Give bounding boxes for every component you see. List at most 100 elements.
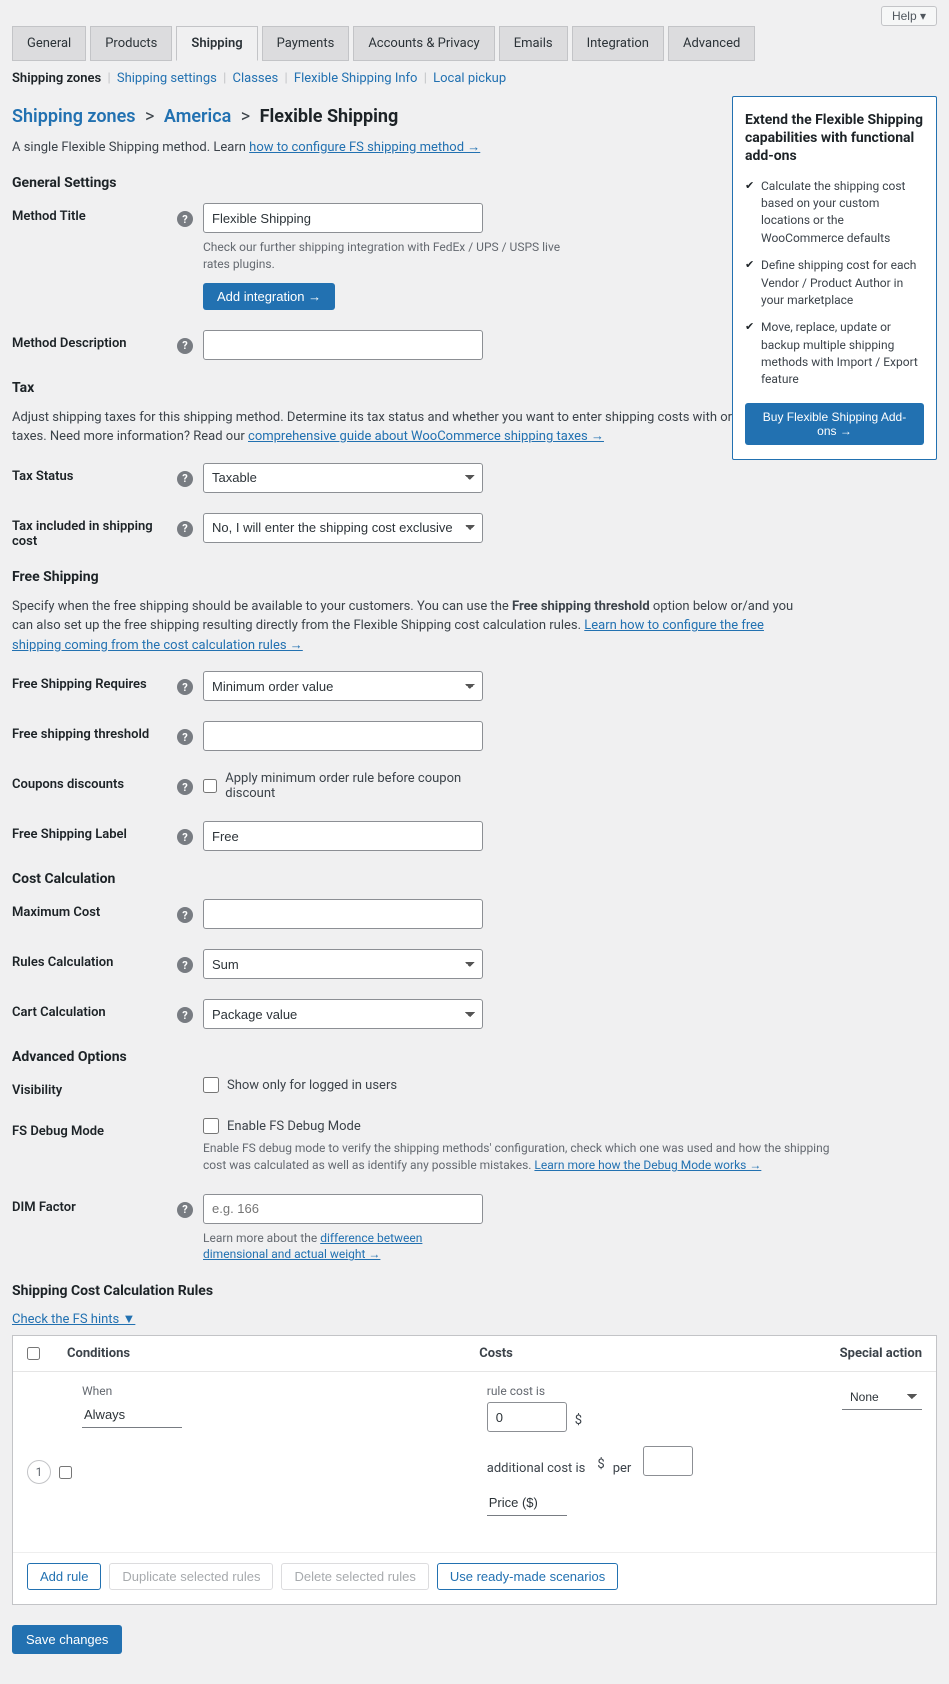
free-threshold-input[interactable] xyxy=(203,721,483,751)
tab-shipping[interactable]: Shipping xyxy=(176,26,257,61)
rule-row: 1 When Always rule cost is $ additional … xyxy=(13,1372,936,1552)
help-icon[interactable]: ? xyxy=(177,521,193,537)
rules-col-special: Special action xyxy=(802,1346,922,1361)
subnav-classes[interactable]: Classes xyxy=(233,71,279,86)
label-dim: DIM Factor xyxy=(12,1194,177,1215)
section-adv: Advanced Options xyxy=(12,1049,937,1065)
help-icon[interactable]: ? xyxy=(177,829,193,845)
coupons-checkbox[interactable] xyxy=(203,778,217,794)
rules-calc-select[interactable]: Sum xyxy=(203,949,483,979)
max-cost-input[interactable] xyxy=(203,899,483,929)
help-icon[interactable]: ? xyxy=(177,471,193,487)
help-icon[interactable]: ? xyxy=(177,1202,193,1218)
rule-checkbox[interactable] xyxy=(59,1466,72,1479)
help-icon[interactable]: ? xyxy=(177,679,193,695)
sidebox-item: Define shipping cost for each Vendor / P… xyxy=(745,257,924,309)
tax-guide-link[interactable]: comprehensive guide about WooCommerce sh… xyxy=(248,429,604,444)
addon-sidebox: Extend the Flexible Shipping capabilitie… xyxy=(732,96,937,460)
free-requires-select[interactable]: Minimum order value xyxy=(203,671,483,701)
special-action-select[interactable]: None xyxy=(842,1384,922,1410)
free-label-input[interactable] xyxy=(203,821,483,851)
dim-hint: Learn more about the difference between … xyxy=(203,1230,483,1264)
addl-cost-label: additional cost is xyxy=(487,1461,586,1476)
sidebox-title: Extend the Flexible Shipping capabilitie… xyxy=(745,111,924,166)
tax-included-select[interactable]: No, I will enter the shipping cost exclu… xyxy=(203,513,483,543)
coupons-chk-label: Apply minimum order rule before coupon d… xyxy=(225,771,483,801)
add-rule-button[interactable]: Add rule xyxy=(27,1563,101,1590)
debug-link[interactable]: Learn more how the Debug Mode works → xyxy=(534,1158,761,1172)
label-free-thresh: Free shipping threshold xyxy=(12,721,177,742)
rules-col-costs: Costs xyxy=(479,1346,802,1361)
cart-calc-select[interactable]: Package value xyxy=(203,999,483,1029)
label-tax-included: Tax included in shipping cost xyxy=(12,513,177,549)
visibility-checkbox[interactable] xyxy=(203,1077,219,1093)
help-icon[interactable]: ? xyxy=(177,779,193,795)
subnav-fsinfo[interactable]: Flexible Shipping Info xyxy=(294,71,418,86)
tab-payments[interactable]: Payments xyxy=(262,26,350,61)
free-para: Specify when the free shipping should be… xyxy=(12,597,812,656)
label-tax-status: Tax Status xyxy=(12,463,177,484)
rules-col-conditions: Conditions xyxy=(67,1346,479,1361)
help-icon[interactable]: ? xyxy=(177,957,193,973)
delete-rules-button[interactable]: Delete selected rules xyxy=(281,1563,428,1590)
subnav-settings[interactable]: Shipping settings xyxy=(117,71,217,86)
shipping-subnav: Shipping zones | Shipping settings | Cla… xyxy=(12,63,937,96)
label-free-req: Free Shipping Requires xyxy=(12,671,177,692)
method-title-hint: Check our further shipping integration w… xyxy=(203,239,583,273)
visibility-chk-label: Show only for logged in users xyxy=(227,1078,397,1093)
subnav-zones[interactable]: Shipping zones xyxy=(12,71,101,86)
section-rules: Shipping Cost Calculation Rules xyxy=(12,1283,937,1299)
buy-addons-button[interactable]: Buy Flexible Shipping Add-ons → xyxy=(745,403,924,445)
rule-cost-label: rule cost is xyxy=(487,1384,802,1398)
crumb-area[interactable]: America xyxy=(164,106,231,127)
rule-number: 1 xyxy=(27,1460,51,1484)
duplicate-rules-button[interactable]: Duplicate selected rules xyxy=(109,1563,273,1590)
help-dropdown[interactable]: Help ▾ xyxy=(881,6,937,26)
debug-chk-label: Enable FS Debug Mode xyxy=(227,1119,361,1134)
section-free: Free Shipping xyxy=(12,569,937,585)
label-free-label: Free Shipping Label xyxy=(12,821,177,842)
label-cart-calc: Cart Calculation xyxy=(12,999,177,1020)
tab-advanced[interactable]: Advanced xyxy=(668,26,755,61)
rules-table: Conditions Costs Special action 1 When A… xyxy=(12,1335,937,1605)
tab-general[interactable]: General xyxy=(12,26,86,61)
label-max-cost: Maximum Cost xyxy=(12,899,177,920)
help-icon[interactable]: ? xyxy=(177,1007,193,1023)
method-title-input[interactable] xyxy=(203,203,483,233)
per-input[interactable] xyxy=(643,1446,693,1476)
help-icon[interactable]: ? xyxy=(177,729,193,745)
label-visibility: Visibility xyxy=(12,1077,177,1098)
fs-hints-link[interactable]: Check the FS hints ▼ xyxy=(12,1311,937,1327)
method-desc-input[interactable] xyxy=(203,330,483,360)
per-label: per xyxy=(613,1461,632,1476)
price-basis-select[interactable]: Price ($) xyxy=(487,1490,567,1516)
label-method-title: Method Title xyxy=(12,203,177,224)
sidebox-item: Move, replace, update or backup multiple… xyxy=(745,319,924,389)
fs-config-link[interactable]: how to configure FS shipping method → xyxy=(249,140,480,155)
help-icon[interactable]: ? xyxy=(177,907,193,923)
add-integration-button[interactable]: Add integration → xyxy=(203,283,335,310)
label-debug: FS Debug Mode xyxy=(12,1118,177,1139)
subnav-pickup[interactable]: Local pickup xyxy=(433,71,506,86)
label-method-desc: Method Description xyxy=(12,330,177,351)
rule-cost-input[interactable] xyxy=(487,1402,567,1432)
debug-hint: Enable FS debug mode to verify the shipp… xyxy=(203,1140,843,1174)
currency-label: $ xyxy=(575,1413,582,1432)
tab-emails[interactable]: Emails xyxy=(499,26,568,61)
when-select[interactable]: Always xyxy=(82,1402,182,1428)
crumb-zones[interactable]: Shipping zones xyxy=(12,106,136,127)
debug-checkbox[interactable] xyxy=(203,1118,219,1134)
tax-status-select[interactable]: Taxable xyxy=(203,463,483,493)
section-cost: Cost Calculation xyxy=(12,871,937,887)
rules-select-all[interactable] xyxy=(27,1347,40,1360)
label-rules-calc: Rules Calculation xyxy=(12,949,177,970)
tab-accounts[interactable]: Accounts & Privacy xyxy=(353,26,494,61)
help-icon[interactable]: ? xyxy=(177,338,193,354)
tax-para: Adjust shipping taxes for this shipping … xyxy=(12,408,812,447)
scenarios-button[interactable]: Use ready-made scenarios xyxy=(437,1563,618,1590)
tab-integration[interactable]: Integration xyxy=(572,26,664,61)
save-button[interactable]: Save changes xyxy=(12,1625,122,1654)
dim-input[interactable] xyxy=(203,1194,483,1224)
tab-products[interactable]: Products xyxy=(90,26,172,61)
help-icon[interactable]: ? xyxy=(177,211,193,227)
